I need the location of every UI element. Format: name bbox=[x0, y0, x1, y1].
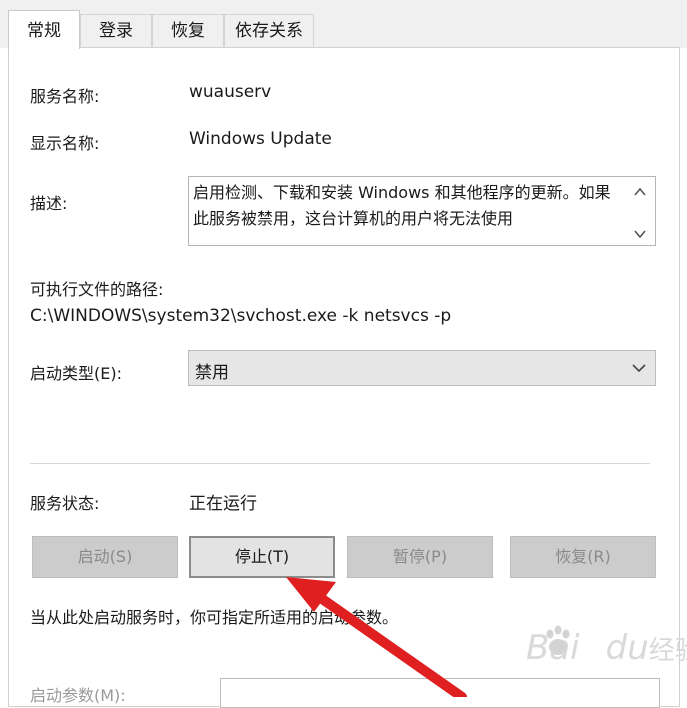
stop-button[interactable]: 停止(T) bbox=[189, 536, 335, 578]
startup-type-value: 禁用 bbox=[195, 363, 229, 383]
description-text: 启用检测、下载和安装 Windows 和其他程序的更新。如果此服务被禁用，这台计… bbox=[193, 183, 611, 228]
description-textbox[interactable]: 启用检测、下载和安装 Windows 和其他程序的更新。如果此服务被禁用，这台计… bbox=[188, 176, 656, 246]
chevron-up-icon[interactable] bbox=[633, 185, 647, 199]
resume-button[interactable]: 恢复(R) bbox=[510, 536, 656, 578]
service-status-label: 服务状态: bbox=[30, 494, 100, 513]
display-name-label: 显示名称: bbox=[30, 134, 100, 153]
startup-type-label: 启动类型(E): bbox=[30, 364, 122, 383]
start-button[interactable]: 启动(S) bbox=[32, 536, 178, 578]
description-label: 描述: bbox=[30, 194, 68, 213]
path-value: C:\WINDOWS\system32\svchost.exe -k netsv… bbox=[30, 306, 452, 326]
tab-dependencies[interactable]: 依存关系 bbox=[224, 14, 314, 47]
pause-button[interactable]: 暂停(P) bbox=[347, 536, 493, 578]
chevron-down-icon[interactable] bbox=[633, 227, 647, 241]
start-params-hint: 当从此处启动服务时，你可指定所适用的启动参数。 bbox=[30, 608, 399, 627]
baidu-watermark: Baidu经验 bbox=[526, 628, 687, 668]
dropdown-arrow-icon bbox=[632, 364, 646, 373]
path-label: 可执行文件的路径: bbox=[30, 280, 164, 299]
tab-logon[interactable]: 登录 bbox=[80, 14, 152, 47]
service-name-value: wuauserv bbox=[189, 82, 272, 102]
start-params-input[interactable] bbox=[220, 678, 660, 708]
tab-general[interactable]: 常规 bbox=[8, 10, 80, 49]
startup-type-select[interactable]: 禁用 bbox=[188, 350, 656, 386]
start-params-label: 启动参数(M): bbox=[30, 686, 126, 705]
display-name-value: Windows Update bbox=[189, 129, 332, 149]
tab-bar: 常规 登录 恢复 依存关系 bbox=[0, 0, 687, 49]
tab-recovery[interactable]: 恢复 bbox=[152, 14, 224, 47]
service-status-value: 正在运行 bbox=[189, 494, 257, 514]
separator bbox=[30, 463, 650, 464]
service-name-label: 服务名称: bbox=[30, 87, 100, 106]
